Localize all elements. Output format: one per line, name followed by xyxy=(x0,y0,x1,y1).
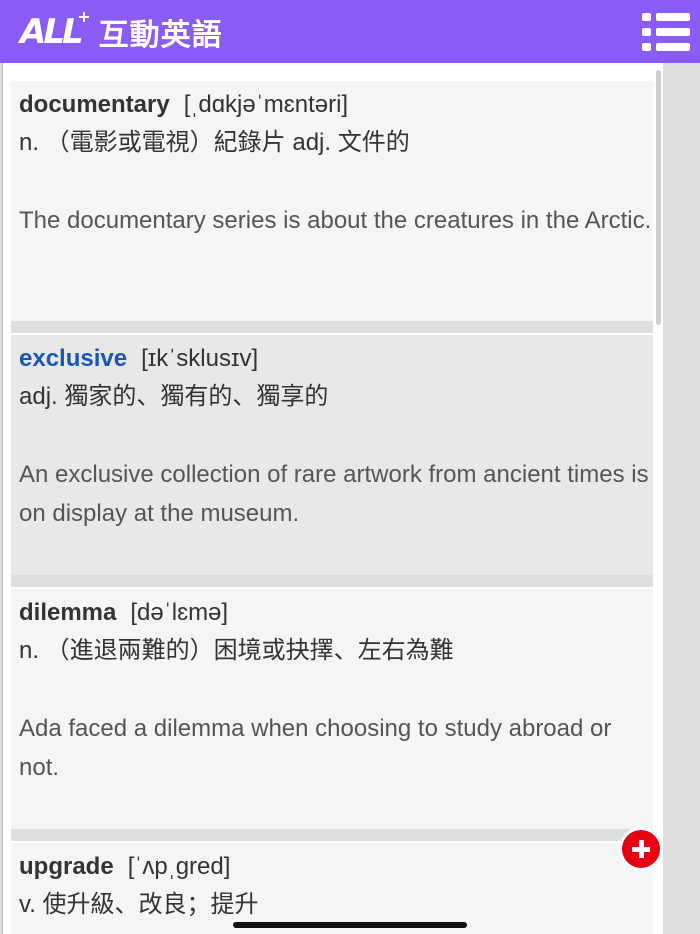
logo-mark: ALL + xyxy=(20,9,91,52)
word-definition: n. （電影或電視）紀錄片 adj. 文件的 xyxy=(19,129,410,156)
word-pronunciation: [ɪkˈsklusɪv] xyxy=(141,345,259,372)
app-logo: ALL + 互動英語 xyxy=(20,9,223,54)
word-pronunciation: [ˈʌpˌgred] xyxy=(127,853,231,880)
plus-icon xyxy=(622,830,660,868)
example-sentence: Ada faced a dilemma when choosing to stu… xyxy=(19,715,612,781)
word-definition: n. （進退兩難的）困境或抉擇、左右為難 xyxy=(19,637,454,664)
right-gutter xyxy=(663,63,700,934)
logo-plus: + xyxy=(77,7,91,26)
logo-mark-text: ALL xyxy=(20,12,84,52)
word-list[interactable]: documentary [ˌdɑkjəˈmɛntəri] n. （電影或電視）紀錄… xyxy=(2,63,663,934)
app-screen: ALL + 互動英語 documentary [ˌdɑkjəˈmɛntəri] n… xyxy=(0,0,700,934)
word-pronunciation: [dəˈlɛmə] xyxy=(130,599,229,626)
word-card[interactable]: documentary [ˌdɑkjəˈmɛntəri] n. （電影或電視）紀錄… xyxy=(11,81,653,333)
word-headword: documentary xyxy=(19,91,170,118)
word-card[interactable]: dilemma [dəˈlɛmə] n. （進退兩難的）困境或抉擇、左右為難 Ad… xyxy=(11,589,653,841)
word-definition: adj. 獨家的、獨有的、獨享的 xyxy=(19,383,329,410)
example-sentence: An exclusive collection of rare artwork … xyxy=(19,461,649,527)
list-menu-icon[interactable] xyxy=(642,13,690,51)
app-title: 互動英語 xyxy=(98,18,223,53)
word-card-selected[interactable]: exclusive [ɪkˈsklusɪv] adj. 獨家的、獨有的、獨享的 A… xyxy=(11,335,653,587)
word-headword: exclusive xyxy=(19,345,128,372)
word-definition: v. 使升級、改良；提升 xyxy=(19,891,259,918)
app-header: ALL + 互動英語 xyxy=(0,0,700,63)
home-indicator[interactable] xyxy=(233,922,467,928)
word-card[interactable]: upgrade [ˈʌpˌgred] v. 使升級、改良；提升 xyxy=(11,843,653,934)
word-pronunciation: [ˌdɑkjəˈmɛntəri] xyxy=(183,91,349,118)
add-word-button[interactable] xyxy=(619,827,663,871)
example-sentence: The documentary series is about the crea… xyxy=(19,207,652,234)
word-headword: dilemma xyxy=(19,599,117,626)
scrollbar-thumb[interactable] xyxy=(656,70,661,325)
word-headword: upgrade xyxy=(19,853,114,880)
